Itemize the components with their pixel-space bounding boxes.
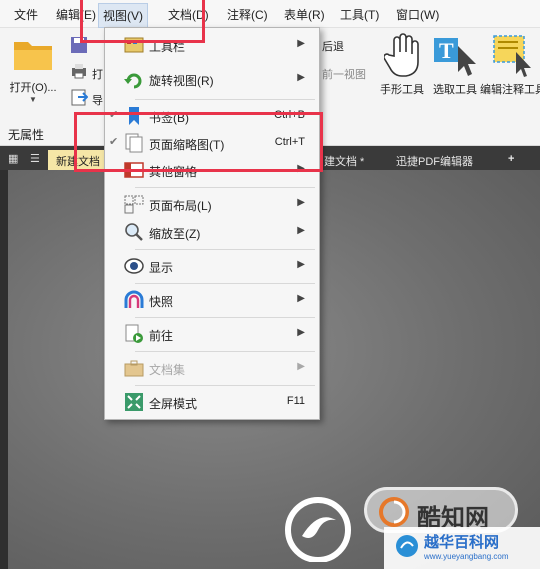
menu-separator bbox=[135, 99, 315, 100]
menu-separator bbox=[135, 351, 315, 352]
edit-annotation-label: 编辑注释工具 bbox=[480, 84, 540, 96]
view-dropdown-menu: 工具栏 ▶ 旋转视图(R) ▶ ✔ 书签(B) Ctrl+B ✔ 页面缩略图(T… bbox=[104, 27, 320, 420]
menu-item-full-screen[interactable]: 全屏模式 F11 bbox=[105, 388, 319, 416]
menu-item-full-screen-label: 全屏模式 bbox=[149, 397, 198, 411]
watermark-banner-url: www.yueyangbang.com bbox=[424, 552, 509, 561]
swirl-logo-icon bbox=[285, 497, 351, 562]
submenu-arrow-icon: ▶ bbox=[297, 361, 305, 372]
prev-view-button[interactable]: 前一视图 bbox=[322, 66, 366, 82]
highlight-view-menu bbox=[80, 0, 205, 43]
menu-item-display-label: 显示 bbox=[149, 261, 174, 275]
snapshot-icon bbox=[124, 290, 144, 308]
submenu-arrow-icon: ▶ bbox=[297, 72, 305, 83]
menu-separator bbox=[135, 385, 315, 386]
menu-item-go-to[interactable]: 前往 ▶ bbox=[105, 320, 319, 348]
hand-tool-label: 手形工具 bbox=[380, 84, 424, 96]
hand-tool-button[interactable]: 手形工具 bbox=[376, 32, 428, 102]
submenu-arrow-icon: ▶ bbox=[297, 197, 305, 208]
export-icon[interactable] bbox=[70, 88, 88, 106]
select-text-button[interactable]: T 选取工具 bbox=[428, 32, 482, 102]
menu-item-zoom-to[interactable]: 缩放至(Z) ▶ bbox=[105, 218, 319, 246]
go-to-icon bbox=[125, 324, 143, 343]
svg-text:T: T bbox=[439, 38, 454, 63]
tab-new-document-2[interactable]: 建文档 * bbox=[316, 150, 388, 170]
menu-comment[interactable]: 注释(C) bbox=[227, 6, 268, 23]
submenu-arrow-icon: ▶ bbox=[297, 327, 305, 338]
left-pane-strip bbox=[0, 170, 8, 569]
zoom-icon bbox=[125, 223, 143, 241]
menu-form[interactable]: 表单(R) bbox=[284, 6, 325, 23]
add-tab-button[interactable]: + bbox=[500, 150, 522, 170]
menu-item-display[interactable]: 显示 ▶ bbox=[105, 252, 319, 280]
menu-item-zoom-to-label: 缩放至(Z) bbox=[149, 227, 201, 241]
page-layout-icon bbox=[124, 195, 144, 214]
banner-logo-icon bbox=[396, 535, 418, 557]
print-label: 打 bbox=[92, 69, 103, 81]
full-screen-icon bbox=[125, 393, 143, 411]
menu-tools[interactable]: 工具(T) bbox=[340, 6, 379, 23]
export-label: 导 bbox=[92, 95, 103, 107]
submenu-arrow-icon: ▶ bbox=[297, 259, 305, 270]
menu-item-rotate-view[interactable]: 旋转视图(R) ▶ bbox=[105, 65, 319, 93]
hand-icon bbox=[383, 33, 419, 77]
annotation-edit-icon bbox=[493, 35, 531, 77]
menu-item-document-set-label: 文档集 bbox=[149, 363, 186, 377]
tab-pdf-editor[interactable]: 迅捷PDF编辑器 bbox=[388, 150, 498, 170]
folder-icon bbox=[14, 42, 52, 70]
watermark-logo-icon bbox=[379, 497, 409, 527]
submenu-arrow-icon: ▶ bbox=[297, 293, 305, 304]
menu-item-full-screen-shortcut: F11 bbox=[286, 395, 305, 407]
open-label: 打开(O)... bbox=[9, 82, 57, 94]
select-text-label: 选取工具 bbox=[433, 84, 477, 96]
menu-separator bbox=[135, 187, 315, 188]
menu-item-page-layout-label: 页面布局(L) bbox=[149, 199, 212, 213]
submenu-arrow-icon: ▶ bbox=[297, 225, 305, 236]
rotate-icon bbox=[124, 73, 142, 89]
edit-annotation-button[interactable]: 编辑注释工具 bbox=[480, 32, 540, 102]
menu-lines-icon[interactable]: ☰ bbox=[30, 152, 44, 165]
menu-item-page-layout[interactable]: 页面布局(L) ▶ bbox=[105, 190, 319, 218]
highlight-bookmark-thumbnail-items bbox=[74, 112, 323, 172]
menu-item-go-to-label: 前往 bbox=[149, 329, 174, 343]
menu-file[interactable]: 文件 bbox=[14, 6, 38, 23]
no-property-label: 无属性 bbox=[8, 128, 45, 142]
menu-item-snapshot-label: 快照 bbox=[149, 295, 174, 309]
briefcase-icon bbox=[124, 360, 144, 377]
menu-separator bbox=[135, 317, 315, 318]
eye-icon bbox=[124, 258, 144, 274]
menu-separator bbox=[135, 249, 315, 250]
menu-separator bbox=[135, 283, 315, 284]
open-button[interactable]: 打开(O)... ▼ bbox=[6, 34, 60, 104]
menu-window[interactable]: 窗口(W) bbox=[396, 6, 439, 23]
back-button[interactable]: 后退 bbox=[322, 38, 344, 54]
watermark-banner: 越华百科网 www.yueyangbang.com bbox=[384, 527, 540, 569]
grid-icon[interactable]: ▦ bbox=[8, 152, 20, 165]
menu-item-document-set: 文档集 ▶ bbox=[105, 354, 319, 382]
submenu-arrow-icon: ▶ bbox=[297, 38, 305, 49]
watermark-banner-text: 越华百科网 bbox=[424, 534, 500, 551]
print-icon[interactable] bbox=[70, 62, 88, 80]
menu-item-rotate-view-label: 旋转视图(R) bbox=[149, 74, 214, 88]
text-select-icon: T bbox=[434, 38, 476, 76]
menu-item-snapshot[interactable]: 快照 ▶ bbox=[105, 286, 319, 314]
